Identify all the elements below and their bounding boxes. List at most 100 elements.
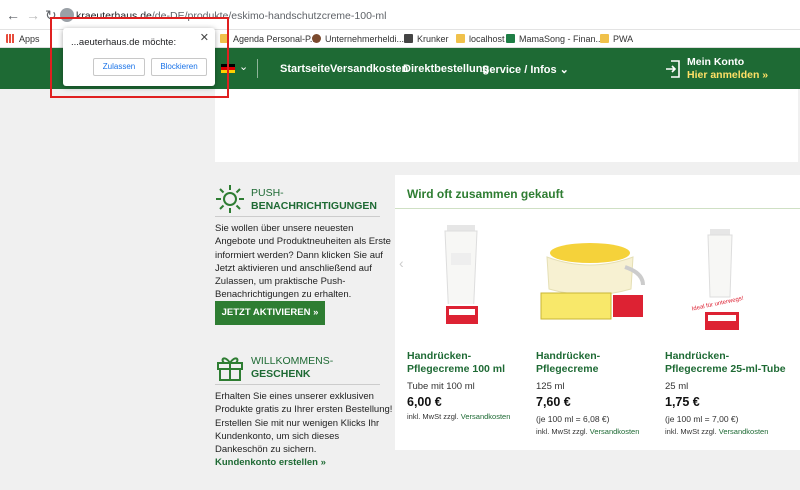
- agenda-icon: [220, 34, 229, 43]
- push-title: PUSH- BENACHRICHTIGUNGEN: [251, 187, 377, 213]
- related-divider: [395, 208, 800, 209]
- bookmark-label: Apps: [19, 34, 40, 44]
- bookmark-apps[interactable]: Apps: [6, 33, 40, 45]
- related-title: Wird oft zusammen gekauft: [407, 187, 564, 201]
- welcome-divider: [215, 384, 380, 385]
- browser-toolbar: ← → ↻ kraeuterhaus.de/de-DE/produkte/esk…: [0, 0, 800, 30]
- push-text-line: Sie wollen über unsere neuesten: [215, 223, 354, 234]
- product-card-partial[interactable]: [795, 350, 800, 440]
- nav-versandkosten[interactable]: Versandkosten: [330, 63, 408, 75]
- bookmark-label: Agenda Personal-P...: [233, 34, 318, 44]
- push-text-line: Angebote und Produktneuheiten als Erste: [215, 236, 391, 248]
- forward-arrow-icon[interactable]: →: [26, 7, 40, 23]
- product-tax: inkl. MwSt zzgl. Versandkosten: [407, 412, 510, 421]
- push-text-line: informiert werden? Dann klicken Sie auf: [215, 249, 383, 261]
- welcome-text-line: Produkte gratis zu Ihrer ersten Bestellu…: [215, 404, 393, 416]
- welcome-title: WILLKOMMENS- GESCHENK: [251, 355, 333, 381]
- url-host: kraeuterhaus.de: [76, 10, 152, 22]
- carousel-prev-icon[interactable]: ‹: [399, 255, 404, 271]
- account-title: Mein Konto: [687, 56, 745, 68]
- apps-grid-icon: [6, 34, 15, 43]
- product-size: 25 ml: [665, 381, 689, 392]
- chevron-down-icon[interactable]: ⌄: [239, 60, 248, 73]
- folder-icon: [456, 34, 465, 43]
- welcome-text-line: Kundenkonto, um sich dieses: [215, 430, 340, 442]
- bookmark-agenda[interactable]: Agenda Personal-P...: [220, 33, 317, 45]
- product-size: Tube mit 100 ml: [407, 381, 475, 392]
- welcome-text-line: Erstellen Sie mit nur wenigen Klicks Ihr: [215, 417, 380, 429]
- product-tax: inkl. MwSt zzgl. Versandkosten: [536, 427, 639, 436]
- product-card-25ml[interactable]: Handrücken- Pflegecreme 25-ml-Tube 25 ml…: [665, 350, 795, 440]
- tax-text: inkl. MwSt zzgl.: [665, 427, 717, 436]
- krunker-icon: [404, 34, 413, 43]
- welcome-title-line1: WILLKOMMENS-: [251, 355, 334, 367]
- product-image-jar-125ml[interactable]: [535, 239, 650, 329]
- avatar-icon: [312, 34, 321, 43]
- product-price: 1,75 €: [665, 395, 700, 409]
- related-products-card: Wird oft zusammen gekauft ‹ Ideal für un…: [395, 175, 800, 450]
- product-card-100ml[interactable]: Handrücken- Pflegecreme 100 ml Tube mit …: [407, 350, 537, 440]
- bookmark-pwa[interactable]: PWA: [600, 33, 633, 45]
- nav-direktbestellung[interactable]: Direktbestellung: [403, 63, 489, 75]
- activate-push-button[interactable]: JETZT AKTIVIEREN »: [215, 301, 325, 325]
- push-title-line2: BENACHRICHTIGUNGEN: [251, 200, 377, 212]
- product-name-line: Handrücken-: [665, 350, 730, 362]
- folder-icon: [600, 34, 609, 43]
- product-image-tube-100ml[interactable]: [425, 223, 495, 338]
- welcome-text-line: Dankeschön zu sichern.: [215, 444, 317, 456]
- login-icon: [666, 60, 680, 78]
- product-unit-price: (je 100 ml = 6,08 €): [536, 414, 610, 424]
- welcome-text-line: Erhalten Sie eines unserer exklusiven: [215, 391, 374, 402]
- product-size: 125 ml: [536, 381, 565, 392]
- tax-text: inkl. MwSt zzgl.: [536, 427, 588, 436]
- push-divider: [215, 216, 380, 217]
- tax-text: inkl. MwSt zzgl.: [407, 412, 459, 421]
- shipping-link[interactable]: Versandkosten: [719, 427, 769, 436]
- product-name[interactable]: Handrücken- Pflegecreme 100 ml: [407, 350, 505, 376]
- lock-icon[interactable]: [60, 8, 74, 22]
- shipping-link[interactable]: Versandkosten: [590, 427, 640, 436]
- product-name-line: Handrücken-: [536, 350, 601, 362]
- product-name-line: Handrücken-: [407, 350, 472, 362]
- close-icon[interactable]: ✕: [200, 31, 209, 44]
- url-path: /de-DE/produkte/eskimo-handschutzcreme-1…: [151, 10, 387, 22]
- block-button[interactable]: Blockieren: [151, 58, 207, 76]
- address-bar[interactable]: kraeuterhaus.de/de-DE/produkte/eskimo-ha…: [60, 5, 800, 27]
- push-text-line: Zulassen, um praktische Push-: [215, 276, 346, 288]
- shipping-link[interactable]: Versandkosten: [461, 412, 511, 421]
- bookmark-label: PWA: [613, 34, 634, 44]
- product-name-line: Pflegecreme 25-ml-Tube: [665, 363, 786, 375]
- bookmark-label: Unternehmerheldi...: [325, 34, 405, 44]
- product-name[interactable]: Handrücken- Pflegecreme 25-ml-Tube: [665, 350, 786, 376]
- nav-startseite[interactable]: Startseite: [280, 63, 330, 75]
- push-text-line: Benachrichtigungen zu erhalten.: [215, 289, 352, 301]
- product-name-line: Pflegecreme 100 ml: [407, 363, 506, 375]
- product-card-125ml[interactable]: Handrücken- Pflegecreme 125 ml 7,60 € (j…: [536, 350, 666, 440]
- account-login-text: Hier anmelden »: [687, 69, 769, 81]
- push-title-line1: PUSH-: [251, 187, 284, 199]
- product-image-tube-25ml[interactable]: Ideal für unterwegs!: [680, 225, 760, 335]
- bookmark-localhost[interactable]: localhost: [456, 33, 505, 45]
- create-account-link[interactable]: Kundenkonto erstellen »: [215, 457, 326, 468]
- gift-icon: [217, 357, 243, 381]
- bookmark-label: Krunker: [417, 34, 449, 44]
- excel-icon: [506, 34, 515, 43]
- allow-button[interactable]: Zulassen: [93, 58, 145, 76]
- product-name[interactable]: Handrücken- Pflegecreme: [536, 350, 600, 376]
- product-detail-card: [215, 89, 798, 162]
- account-login-link[interactable]: Mein Konto Hier anmelden »: [665, 54, 795, 84]
- back-arrow-icon[interactable]: ←: [6, 7, 20, 23]
- welcome-title-line2: GESCHENK: [251, 368, 311, 380]
- welcome-text: Erhalten Sie eines unserer exklusiven Pr…: [215, 390, 392, 456]
- product-price: 6,00 €: [407, 395, 442, 409]
- bookmark-label: MamaSong - Finan...: [519, 34, 604, 44]
- push-text-line: Jetzt aktivieren und anschließend auf: [215, 262, 372, 274]
- bookmark-unternehmerheldin[interactable]: Unternehmerheldi...: [312, 33, 404, 45]
- bookmark-krunker[interactable]: Krunker: [404, 33, 449, 45]
- product-name-line: Pflegecreme: [536, 363, 599, 375]
- reload-icon[interactable]: ↻: [45, 7, 57, 24]
- product-price: 7,60 €: [536, 395, 571, 409]
- bookmark-mamasong[interactable]: MamaSong - Finan...: [506, 33, 603, 45]
- nav-service-infos[interactable]: Service / Infos ⌄: [482, 63, 569, 76]
- flag-germany-icon[interactable]: [221, 64, 235, 73]
